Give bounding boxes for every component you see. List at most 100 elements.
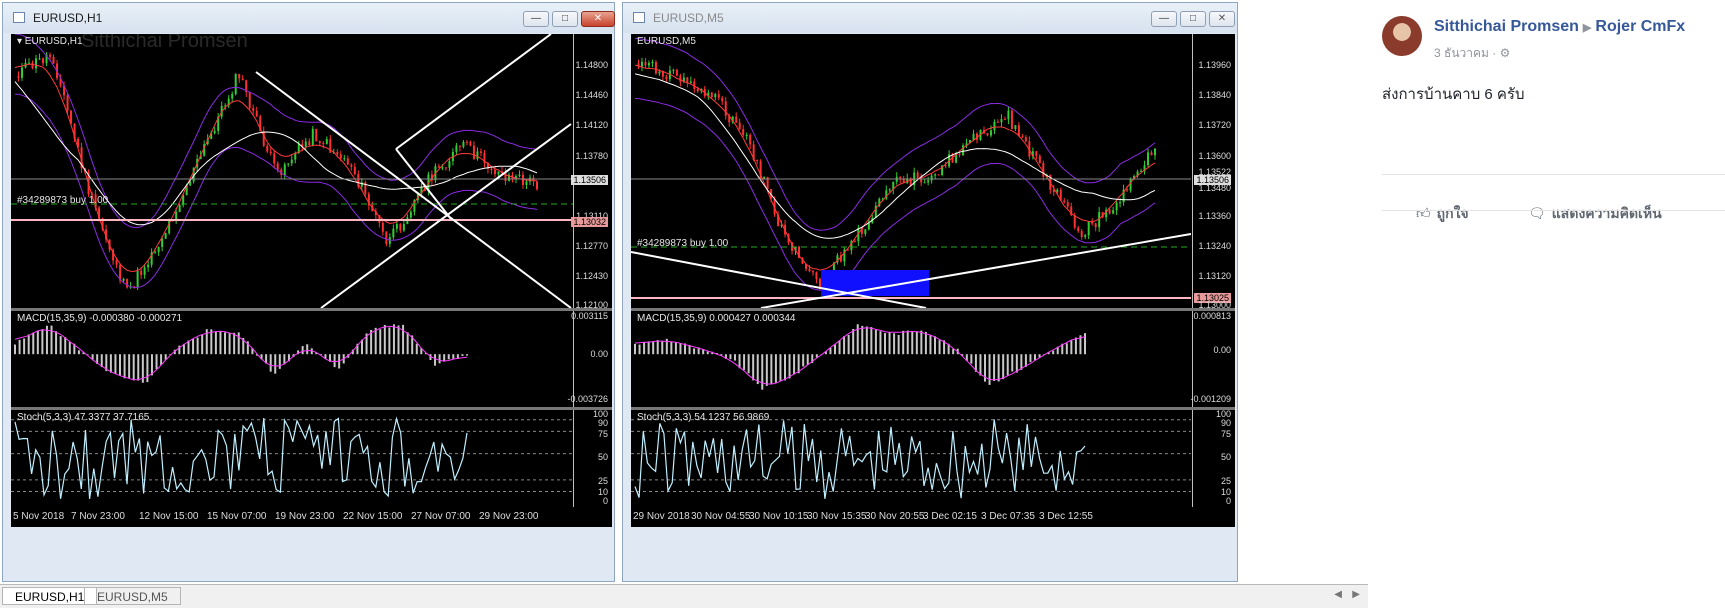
macd-tick: 0.003115 bbox=[571, 311, 608, 321]
candle-body bbox=[714, 94, 717, 98]
candle-body bbox=[28, 62, 31, 64]
candle-body bbox=[178, 205, 181, 212]
price-tick: 1.14800 bbox=[575, 60, 608, 70]
price-tick: 1.13600 bbox=[1198, 151, 1231, 161]
chart-area[interactable]: EURUSD,M5 #34289873 buy 1.00 1.13960 1.1… bbox=[631, 34, 1235, 527]
price-pane[interactable]: ▾ EURUSD,H1 Sitthichai Promsen #34289873… bbox=[11, 34, 612, 310]
stochastic-pane[interactable]: Stoch(5,3,3) 54.1237 56.9869 100 90 75 5… bbox=[631, 409, 1235, 507]
price-tick: 1.14120 bbox=[575, 120, 608, 130]
order-line-label: #34289873 buy 1.00 bbox=[637, 238, 729, 249]
candle-body bbox=[497, 171, 500, 175]
author-link[interactable]: Sitthichai Promsen bbox=[1434, 18, 1579, 35]
scroll-right-icon[interactable]: ▶ bbox=[1352, 589, 1360, 600]
macd-axis[interactable]: 0.003115 0.00 -0.003726 bbox=[567, 311, 612, 407]
price-chart[interactable] bbox=[11, 34, 573, 308]
price-tick: 1.13360 bbox=[1198, 211, 1231, 221]
candle-body bbox=[283, 164, 286, 175]
macd-pane[interactable]: MACD(15,35,9) -0.000380 -0.000271 0.0031… bbox=[11, 311, 612, 407]
minimize-button[interactable]: — bbox=[523, 11, 549, 27]
audience-icon[interactable]: ⚙ bbox=[1500, 46, 1511, 60]
tab-eurusd-m5[interactable]: EURUSD,M5 bbox=[84, 587, 181, 605]
price-tick: 1.12430 bbox=[575, 271, 608, 281]
price-axis[interactable]: 1.14800 1.14460 1.14120 1.13780 1.13506 … bbox=[571, 34, 612, 310]
time-tick: 30 Nov 04:55 bbox=[691, 511, 751, 522]
stochastic-chart[interactable] bbox=[11, 410, 573, 507]
candle-body bbox=[308, 141, 311, 146]
like-button[interactable]: 👍︎ ถูกใจ bbox=[1416, 203, 1469, 225]
chart-window-h1[interactable]: EURUSD,H1 — □ ✕ ▾ EURUSD,H1 Sitthichai P… bbox=[2, 2, 615, 582]
candle-body bbox=[42, 58, 45, 64]
candle-body bbox=[721, 97, 724, 102]
candle-body bbox=[864, 229, 867, 234]
maximize-button[interactable]: □ bbox=[1180, 11, 1206, 27]
macd-axis[interactable]: 0.000813 0.00 -0.001209 bbox=[1190, 311, 1235, 407]
candle-body bbox=[143, 267, 146, 275]
avatar[interactable] bbox=[1382, 16, 1422, 56]
thumbs-up-icon: 👍︎ bbox=[1416, 205, 1431, 221]
candle-body bbox=[735, 116, 738, 123]
time-tick: 12 Nov 15:00 bbox=[139, 511, 199, 522]
time-tick: 3 Dec 02:15 bbox=[923, 511, 977, 522]
candle-body bbox=[1073, 215, 1076, 228]
candle-body bbox=[644, 61, 647, 66]
minimize-button[interactable]: — bbox=[1151, 11, 1177, 27]
time-tick: 27 Nov 07:00 bbox=[411, 511, 471, 522]
candle-body bbox=[647, 62, 650, 66]
macd-chart[interactable] bbox=[631, 311, 1191, 407]
maximize-button[interactable]: □ bbox=[552, 11, 578, 27]
candle-body bbox=[738, 122, 741, 130]
candle-body bbox=[402, 224, 405, 231]
group-link[interactable]: Rojer CmFx bbox=[1595, 18, 1685, 35]
macd-pane[interactable]: MACD(15,35,9) 0.000427 0.000344 0.000813… bbox=[631, 311, 1235, 407]
post-date[interactable]: 3 ธันวาคม bbox=[1434, 46, 1489, 60]
stochastic-pane[interactable]: Stoch(5,3,3) 47.3377 37.7165 100 90 75 5… bbox=[11, 409, 612, 507]
stochastic-chart[interactable] bbox=[631, 410, 1191, 507]
candle-body bbox=[21, 67, 24, 78]
price-pane[interactable]: EURUSD,M5 #34289873 buy 1.00 1.13960 1.1… bbox=[631, 34, 1235, 310]
candle-body bbox=[276, 163, 279, 170]
candle-body bbox=[1115, 202, 1118, 211]
price-axis[interactable]: 1.13960 1.13840 1.13720 1.13600 1.13522 … bbox=[1192, 34, 1235, 310]
candle-body bbox=[455, 145, 458, 152]
macd-chart[interactable] bbox=[11, 311, 573, 407]
close-button[interactable]: ✕ bbox=[1209, 11, 1235, 27]
time-tick: 3 Dec 12:55 bbox=[1039, 511, 1093, 522]
price-tick: 1.13240 bbox=[1198, 241, 1231, 251]
candle-body bbox=[525, 181, 528, 185]
scroll-left-icon[interactable]: ◀ bbox=[1334, 589, 1342, 600]
comment-button[interactable]: 🗨︎ แสดงความคิดเห็น bbox=[1528, 203, 1662, 225]
order-price-tag: 1.13032 bbox=[571, 217, 608, 227]
time-tick: 30 Nov 10:15 bbox=[749, 511, 809, 522]
candle-body bbox=[1007, 110, 1010, 120]
window-title: EURUSD,M5 bbox=[653, 11, 724, 25]
candle-body bbox=[1150, 152, 1153, 156]
candle-body bbox=[395, 223, 398, 229]
window-titlebar[interactable]: EURUSD,M5 — □ ✕ bbox=[623, 3, 1237, 33]
time-axis[interactable]: 29 Nov 2018 30 Nov 04:55 30 Nov 10:15 30… bbox=[631, 507, 1191, 525]
candle-body bbox=[930, 175, 933, 181]
current-price-tag: 1.13506 bbox=[571, 175, 608, 185]
candle-body bbox=[811, 271, 814, 273]
stochastic-axis[interactable]: 100 90 75 50 25 10 0 bbox=[1192, 409, 1235, 507]
window-titlebar[interactable]: EURUSD,H1 — □ ✕ bbox=[3, 3, 615, 33]
candle-body bbox=[385, 231, 388, 244]
time-axis[interactable]: 5 Nov 2018 7 Nov 23:00 12 Nov 15:00 15 N… bbox=[11, 507, 573, 525]
chart-window-m5[interactable]: EURUSD,M5 — □ ✕ EURUSD,M5 #34289873 buy … bbox=[622, 2, 1238, 582]
stoch-tick: 90 bbox=[1220, 418, 1231, 428]
candle-body bbox=[346, 158, 349, 165]
post-header: Sitthichai Promsen ▶ Rojer CmFx bbox=[1434, 18, 1685, 36]
price-chart[interactable] bbox=[631, 34, 1191, 308]
time-tick: 19 Nov 23:00 bbox=[275, 511, 335, 522]
candle-body bbox=[745, 134, 748, 136]
candle-body bbox=[1119, 202, 1122, 204]
candle-body bbox=[273, 153, 276, 164]
chart-area[interactable]: ▾ EURUSD,H1 Sitthichai Promsen #34289873… bbox=[11, 34, 612, 527]
close-button[interactable]: ✕ bbox=[581, 11, 615, 27]
candle-body bbox=[290, 159, 293, 164]
macd-tick: -0.003726 bbox=[567, 394, 608, 404]
candle-body bbox=[899, 176, 902, 179]
stochastic-axis[interactable]: 100 90 75 50 25 10 0 bbox=[573, 409, 612, 507]
macd-tick: 0.00 bbox=[1213, 345, 1231, 355]
candle-body bbox=[17, 76, 20, 78]
candle-body bbox=[672, 69, 675, 71]
